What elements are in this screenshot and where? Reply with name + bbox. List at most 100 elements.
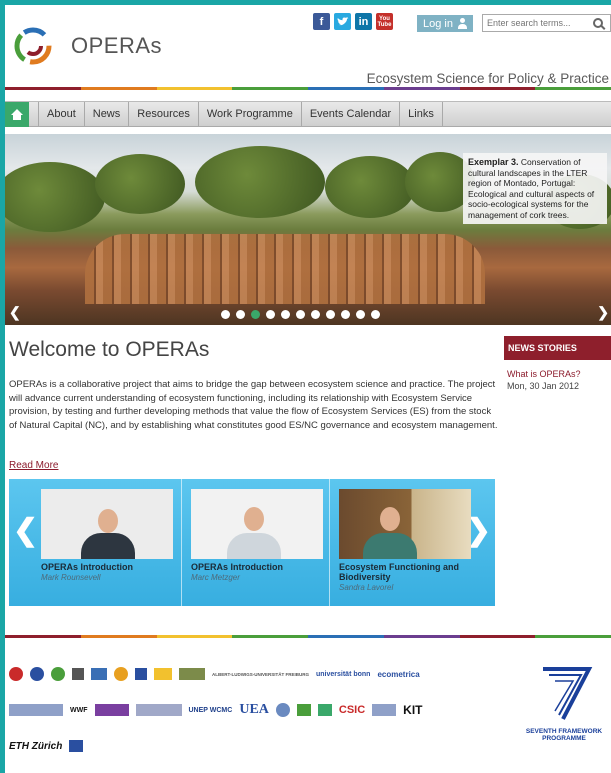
nav-work-programme[interactable]: Work Programme [199, 102, 302, 126]
video-card[interactable]: Ecosystem Functioning and Biodiversity S… [339, 489, 473, 592]
facebook-icon[interactable]: f [313, 13, 330, 30]
video-author: Marc Metzger [191, 573, 240, 582]
read-more-link[interactable]: Read More [9, 460, 58, 471]
partner-bonn[interactable]: universität bonn [316, 671, 370, 678]
social-links: f in You Tube [313, 13, 393, 30]
slider-dot[interactable] [251, 310, 260, 319]
search-icon[interactable] [593, 18, 603, 28]
hero-prev-arrow[interactable]: ❮ [9, 304, 21, 321]
partner-csic[interactable]: CSIC [339, 704, 365, 716]
partner-logo-icon[interactable] [30, 667, 44, 681]
slider-dots [221, 310, 380, 319]
footer-color-stripe [5, 635, 611, 638]
nav-resources[interactable]: Resources [129, 102, 199, 126]
video-carousel: ❮ ❯ OPERAs Introduction Mark Rounsevell … [9, 479, 495, 606]
operas-logo-icon [14, 27, 52, 65]
video-title: OPERAs Introduction [191, 562, 283, 572]
logo-text: OPERAs [71, 33, 163, 58]
news-item-link[interactable]: What is OPERAs? [507, 369, 581, 379]
youtube-icon[interactable]: You Tube [376, 13, 393, 30]
browser-page: OPERAs f in You Tube Log in Ecosystem Sc… [5, 5, 611, 773]
fp7-logo[interactable]: SEVENTH FRAMEWORK PROGRAMME [519, 665, 609, 742]
hero-tree [5, 162, 105, 232]
intro-text: OPERAs is a collaborative project that a… [9, 379, 498, 431]
search-box [482, 14, 611, 32]
partner-logo-icon[interactable] [296, 704, 311, 716]
slider-dot[interactable] [221, 310, 230, 319]
main-navigation: About News Resources Work Programme Even… [5, 101, 611, 127]
nav-about[interactable]: About [39, 102, 85, 126]
slider-dot[interactable] [341, 310, 350, 319]
partner-ecometrica[interactable]: ecometrica [377, 670, 419, 679]
home-icon [11, 109, 23, 120]
video-author: Mark Rounsevell [41, 573, 101, 582]
slider-dot[interactable] [281, 310, 290, 319]
partner-logo-row: ALBERT-LUDWIGS-UNIVERSITÄT FREIBURG univ… [9, 658, 509, 690]
nav-news[interactable]: News [85, 102, 130, 126]
partner-logo-row: ETH Zürich [9, 730, 509, 762]
slider-dot[interactable] [296, 310, 305, 319]
fp7-seven-icon [543, 667, 593, 720]
video-card[interactable]: OPERAs Introduction Mark Rounsevell [41, 489, 175, 582]
partner-logo-icon[interactable] [114, 667, 128, 681]
partner-kit[interactable]: KIT [403, 703, 422, 717]
partner-unep-wcmc[interactable]: UNEP WCMC [189, 707, 233, 714]
partner-uea[interactable]: UEA [239, 702, 269, 718]
slider-dot[interactable] [266, 310, 275, 319]
partner-logo-icon[interactable] [94, 704, 129, 716]
partner-logo-row: WWF UNEP WCMC UEA CSIC KIT [9, 694, 509, 726]
partner-logo-icon[interactable] [179, 668, 205, 680]
caption-title: Exemplar 3. [468, 157, 519, 167]
video-card[interactable]: OPERAs Introduction Marc Metzger [191, 489, 325, 582]
search-input[interactable] [483, 18, 591, 28]
hero-tree [325, 156, 415, 218]
video-thumbnail[interactable] [191, 489, 323, 559]
partner-logo-icon[interactable] [72, 668, 84, 680]
twitter-icon[interactable] [334, 13, 351, 30]
header-color-stripe [5, 87, 611, 90]
partner-eth[interactable]: ETH Zürich [9, 741, 62, 752]
nav-links[interactable]: Links [400, 102, 443, 126]
partner-logo-icon[interactable] [51, 667, 65, 681]
video-thumbnail[interactable] [339, 489, 471, 559]
cork-stack-image [85, 234, 485, 304]
login-label: Log in [423, 17, 453, 30]
slider-dot[interactable] [311, 310, 320, 319]
video-title: Ecosystem Functioning and Biodiversity [339, 562, 460, 582]
hero-slider: Exemplar 3. Conservation of cultural lan… [5, 134, 611, 325]
nav-home[interactable] [5, 102, 29, 127]
partner-logo-icon[interactable] [135, 668, 147, 680]
site-tagline: Ecosystem Science for Policy & Practice [366, 71, 609, 86]
partner-logo-icon[interactable] [69, 740, 84, 752]
news-item-date: Mon, 30 Jan 2012 [507, 381, 580, 391]
nav-events-calendar[interactable]: Events Calendar [302, 102, 401, 126]
partner-logo-icon[interactable] [154, 668, 172, 680]
page-title: Welcome to OPERAs [9, 338, 210, 361]
partner-logo-icon[interactable] [9, 667, 23, 681]
hero-tree [195, 146, 325, 218]
linkedin-icon[interactable]: in [355, 13, 372, 30]
video-author: Sandra Lavorel [339, 583, 394, 592]
partner-logo-icon[interactable] [275, 703, 290, 717]
user-icon [457, 18, 467, 29]
slider-dot[interactable] [236, 310, 245, 319]
partner-logo-icon[interactable] [372, 704, 397, 716]
news-stories-heading: NEWS STORIES [504, 336, 611, 360]
video-title: OPERAs Introduction [41, 562, 133, 572]
partner-logo-icon[interactable] [91, 668, 107, 680]
hero-next-arrow[interactable]: ❯ [597, 304, 609, 321]
hero-tree [95, 154, 185, 214]
slider-dot[interactable] [326, 310, 335, 319]
partner-freiburg[interactable]: ALBERT-LUDWIGS-UNIVERSITÄT FREIBURG [212, 672, 309, 677]
video-prev-arrow[interactable]: ❮ [13, 513, 38, 548]
hero-caption: Exemplar 3. Conservation of cultural lan… [463, 153, 607, 224]
partner-wwf[interactable]: WWF [70, 707, 88, 714]
video-thumbnail[interactable] [41, 489, 173, 559]
site-logo[interactable]: OPERAs [11, 27, 162, 65]
slider-dot[interactable] [371, 310, 380, 319]
partner-logo-icon[interactable] [135, 704, 182, 716]
login-button[interactable]: Log in [417, 15, 473, 32]
partner-logo-icon[interactable] [9, 704, 63, 716]
slider-dot[interactable] [356, 310, 365, 319]
partner-logo-icon[interactable] [317, 704, 332, 716]
